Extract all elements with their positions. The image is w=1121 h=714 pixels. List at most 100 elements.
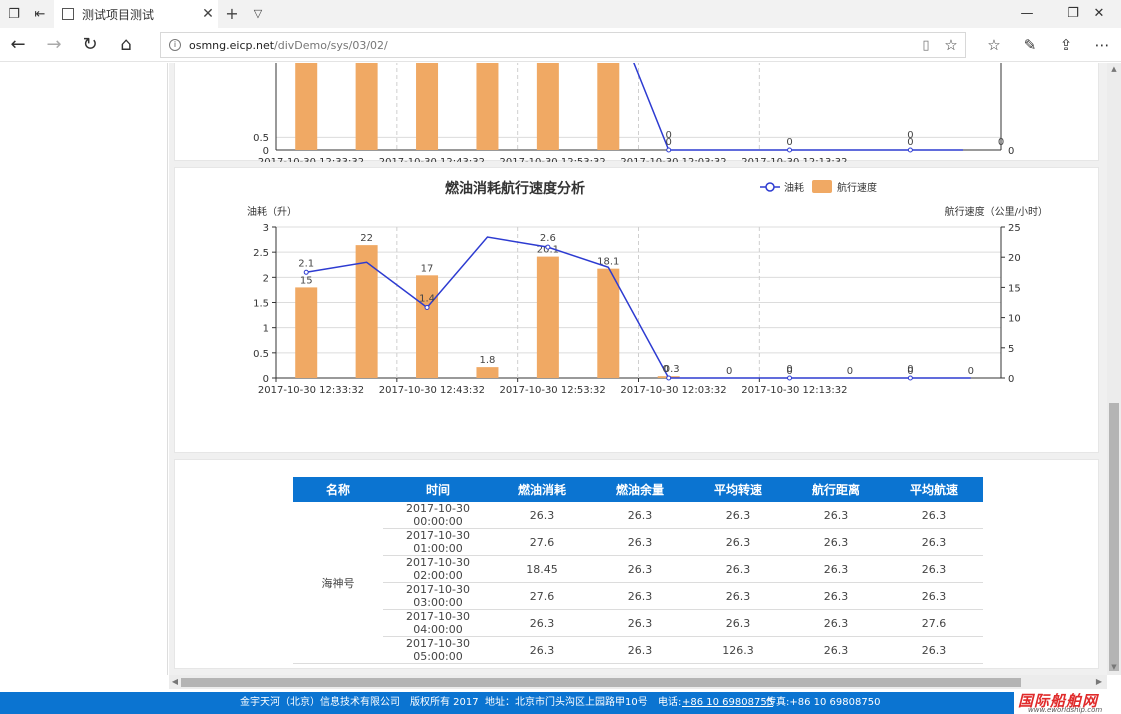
footer-company: 金宇天河（北京）信息技术有限公司: [240, 697, 400, 708]
y-right-tick-label: 10: [1008, 314, 1021, 325]
forward-icon[interactable]: →: [36, 28, 72, 62]
tab-manager-icon[interactable]: ❐: [0, 0, 28, 28]
bar-speed[interactable]: [476, 367, 499, 378]
fuel-speed-chart: 燃油消耗航行速度分析 油耗 航行速度 油耗（升） 航行速度（公里/小时） 3 2.…: [247, 180, 1048, 396]
line-point[interactable]: [907, 147, 913, 153]
scroll-up-icon[interactable]: ▲: [1107, 65, 1121, 73]
favorite-star-icon[interactable]: ☆: [937, 36, 965, 54]
tab-title: 测试项目测试: [82, 7, 155, 22]
new-tab-icon[interactable]: +: [222, 0, 242, 28]
line-point[interactable]: [787, 375, 793, 381]
watermark-site: www.eworldship.com: [1028, 706, 1103, 714]
y-left-tick-label: 1: [263, 324, 269, 335]
table-cell: 2017-10-30 04:00:00: [383, 609, 493, 637]
table-cell: 26.3: [787, 528, 885, 556]
table-cell: 2017-10-30 05:00:00: [383, 636, 493, 664]
table-cell: 2017-10-30 02:00:00: [383, 555, 493, 583]
bar-speed[interactable]: [597, 268, 620, 378]
line-point[interactable]: [666, 375, 672, 381]
back-icon[interactable]: ←: [0, 28, 36, 62]
bar-speed[interactable]: [597, 63, 620, 150]
line-point[interactable]: [545, 244, 551, 250]
address-bar[interactable]: i osmng.eicp.net/divDemo/sys/03/02/ ▯ ☆: [160, 32, 966, 58]
bar-speed[interactable]: [536, 63, 559, 150]
more-icon[interactable]: ⋯: [1084, 28, 1120, 62]
share-icon[interactable]: ⇪: [1048, 28, 1084, 62]
minimize-icon[interactable]: —: [1005, 0, 1049, 28]
bar-label: 15: [300, 275, 313, 286]
browser-tab[interactable]: 测试项目测试 ✕: [54, 0, 218, 28]
vertical-scrollbar[interactable]: ▲ ▼: [1107, 63, 1121, 675]
site-info-icon[interactable]: i: [169, 39, 181, 51]
tab-preview-chevron-icon[interactable]: ▽: [248, 0, 268, 28]
legend-line-marker: [765, 182, 775, 192]
table-cell: 2017-10-30 03:00:00: [383, 582, 493, 610]
table-header-row: 名称 时间 燃油消耗 燃油余量 平均转速 航行距离 平均航速: [293, 477, 983, 502]
bar-speed[interactable]: [416, 275, 439, 378]
horizontal-scroll-thumb[interactable]: [181, 678, 1021, 687]
scroll-right-icon[interactable]: ▶: [1093, 675, 1105, 689]
plot-area: 32.521.510.5025201510502017-10-30 12:33:…: [253, 223, 1021, 396]
line-point-label: 0: [907, 364, 913, 375]
top-chart-card: 0.5002017-10-30 12:33:322017-10-30 12:43…: [174, 63, 1099, 168]
table-row: 2017-10-30 05:00:00 26.3 26.3 126.3 26.3 26.3: [293, 636, 983, 664]
bar-speed[interactable]: [355, 245, 378, 378]
pen-icon[interactable]: ✎: [1012, 28, 1048, 62]
bar-speed[interactable]: [295, 287, 318, 378]
left-panel: [0, 63, 168, 675]
home-icon[interactable]: ⌂: [108, 28, 144, 62]
favorites-hub-icon[interactable]: ☆: [976, 28, 1012, 62]
table-body: 海神号 2017-10-30 00:00:00 26.3 26.3 26.3 26.3 26…: [293, 502, 983, 664]
x-tick-label: 2017-10-30 12:43:32: [379, 385, 485, 396]
legend-label-speed[interactable]: 航行速度: [837, 181, 877, 194]
point-label: 0: [907, 137, 913, 148]
bar-speed[interactable]: [355, 63, 378, 150]
close-tab-icon[interactable]: ✕: [198, 6, 218, 22]
y-right-tick-label: 0: [1008, 146, 1014, 157]
bar-label: 17: [421, 263, 434, 274]
data-table-card: 名称 时间 燃油消耗 燃油余量 平均转速 航行距离 平均航速 海神号 2017-10-30 0…: [174, 459, 1099, 669]
chart-title: 燃油消耗航行速度分析: [445, 180, 585, 197]
legend-bar-swatch: [812, 180, 832, 193]
table-header-cell: 航行距离: [787, 477, 885, 502]
line-point[interactable]: [787, 147, 793, 153]
scroll-left-icon[interactable]: ◀: [169, 675, 181, 689]
reading-view-icon[interactable]: ▯: [915, 38, 937, 53]
line-point[interactable]: [303, 269, 309, 275]
table-cell: 26.3: [885, 636, 983, 664]
line-point[interactable]: [424, 305, 430, 311]
table-cell: 26.3: [591, 555, 689, 583]
table-cell: 26.3: [787, 555, 885, 583]
horizontal-scrollbar[interactable]: ◀ ▶: [169, 675, 1107, 689]
x-tick-label: 2017-10-30 12:03:32: [620, 385, 726, 396]
set-aside-tabs-icon[interactable]: ⇤: [26, 0, 54, 28]
line-point-label: 0: [786, 364, 792, 375]
scroll-down-icon[interactable]: ▼: [1107, 663, 1121, 671]
close-window-icon[interactable]: ✕: [1077, 0, 1121, 28]
table-row: 海神号 2017-10-30 00:00:00 26.3 26.3 26.3 26.3 26…: [293, 502, 983, 664]
footer-tel-link[interactable]: +86 10 69808755: [682, 692, 773, 714]
line-point[interactable]: [666, 147, 672, 153]
vertical-scroll-thumb[interactable]: [1109, 403, 1119, 671]
line-point-label: 1.4: [419, 294, 435, 305]
table-header-cell: 时间: [383, 477, 493, 502]
y-right-tick-label: 5: [1008, 344, 1014, 355]
table-cell: 26.3: [787, 582, 885, 610]
bar-speed[interactable]: [416, 63, 439, 150]
url-text[interactable]: osmng.eicp.net/divDemo/sys/03/02/: [189, 39, 915, 52]
content-area: 0.5002017-10-30 12:33:322017-10-30 12:43…: [169, 63, 1107, 675]
bar-label: 0: [847, 366, 853, 377]
bar-speed[interactable]: [295, 63, 318, 150]
url-host: osmng.eicp.net: [189, 38, 275, 52]
refresh-icon[interactable]: ↻: [72, 28, 108, 62]
bar-speed[interactable]: [536, 256, 559, 378]
table-cell: 26.3: [787, 609, 885, 637]
y-right-tick-label: 25: [1008, 223, 1021, 234]
line-point[interactable]: [907, 375, 913, 381]
table-cell: 26.3: [493, 636, 591, 664]
bar-label: 0: [968, 366, 974, 377]
legend-label-fuel[interactable]: 油耗: [784, 181, 804, 194]
bar-speed[interactable]: [476, 63, 499, 150]
table-cell: 26.3: [591, 636, 689, 664]
table-cell: 27.6: [493, 582, 591, 610]
